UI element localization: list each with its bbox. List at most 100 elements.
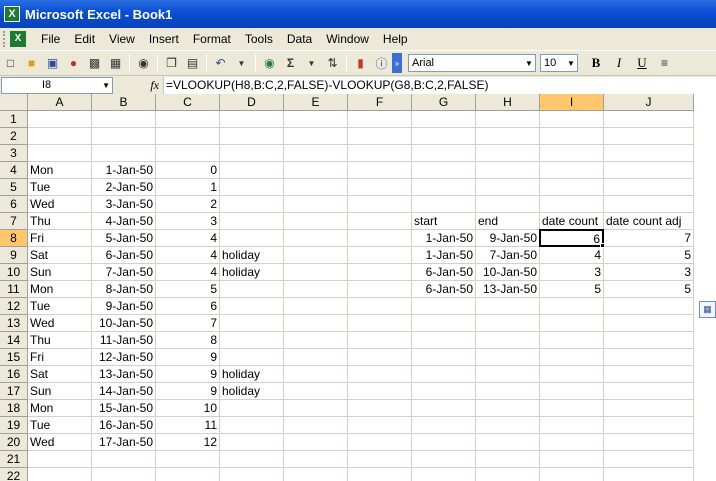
cell-f13[interactable]: [348, 315, 412, 332]
cell-h18[interactable]: [476, 400, 540, 417]
cell-h17[interactable]: [476, 383, 540, 400]
cell-i13[interactable]: [540, 315, 604, 332]
cell-c2[interactable]: [156, 128, 220, 145]
cell-e10[interactable]: [284, 264, 348, 281]
cell-g7[interactable]: start: [412, 213, 476, 230]
cell-g9[interactable]: 1-Jan-50: [412, 247, 476, 264]
menu-tools[interactable]: Tools: [238, 32, 280, 46]
menu-insert[interactable]: Insert: [142, 32, 186, 46]
cell-g21[interactable]: [412, 451, 476, 468]
font-name-select[interactable]: Arial ▼: [408, 54, 536, 72]
menu-help[interactable]: Help: [376, 32, 415, 46]
cell-h20[interactable]: [476, 434, 540, 451]
cell-a11[interactable]: Mon: [28, 281, 92, 298]
cell-g4[interactable]: [412, 162, 476, 179]
cell-i17[interactable]: [540, 383, 604, 400]
row-header-4[interactable]: 4: [0, 162, 28, 179]
cell-j18[interactable]: [604, 400, 694, 417]
row-header-9[interactable]: 9: [0, 247, 28, 264]
font-size-select[interactable]: 10 ▼: [540, 54, 578, 72]
cell-h5[interactable]: [476, 179, 540, 196]
cell-a6[interactable]: Wed: [28, 196, 92, 213]
cell-a17[interactable]: Sun: [28, 383, 92, 400]
cell-f14[interactable]: [348, 332, 412, 349]
cell-g22[interactable]: [412, 468, 476, 481]
cell-h11[interactable]: 13-Jan-50: [476, 281, 540, 298]
chevron-down-icon[interactable]: ▼: [523, 55, 535, 71]
cell-j14[interactable]: [604, 332, 694, 349]
cell-h3[interactable]: [476, 145, 540, 162]
cell-g3[interactable]: [412, 145, 476, 162]
cell-d1[interactable]: [220, 111, 284, 128]
cell-i1[interactable]: [540, 111, 604, 128]
worksheet-grid[interactable]: A B C D E F G H I J 1 2 3 4 Mon 1-Jan-50 0 5 Tue 2-Jan-50 1 6…: [0, 94, 716, 481]
row-header-21[interactable]: 21: [0, 451, 28, 468]
cell-g18[interactable]: [412, 400, 476, 417]
italic-button[interactable]: I: [609, 53, 629, 73]
cell-f9[interactable]: [348, 247, 412, 264]
cell-a8[interactable]: Fri: [28, 230, 92, 247]
chevron-down-icon[interactable]: ▼: [565, 55, 577, 71]
cell-c4[interactable]: 0: [156, 162, 220, 179]
cell-h10[interactable]: 10-Jan-50: [476, 264, 540, 281]
row-header-3[interactable]: 3: [0, 145, 28, 162]
cell-e13[interactable]: [284, 315, 348, 332]
cell-j3[interactable]: [604, 145, 694, 162]
column-header-j[interactable]: J: [604, 94, 694, 111]
column-header-i[interactable]: I: [540, 94, 604, 111]
cell-a7[interactable]: Thu: [28, 213, 92, 230]
cell-j12[interactable]: [604, 298, 694, 315]
cell-b15[interactable]: 12-Jan-50: [92, 349, 156, 366]
cell-d5[interactable]: [220, 179, 284, 196]
cell-j11[interactable]: 5: [604, 281, 694, 298]
row-header-16[interactable]: 16: [0, 366, 28, 383]
cell-d6[interactable]: [220, 196, 284, 213]
underline-button[interactable]: U: [632, 53, 652, 73]
menu-edit[interactable]: Edit: [67, 32, 102, 46]
cell-i20[interactable]: [540, 434, 604, 451]
row-header-11[interactable]: 11: [0, 281, 28, 298]
cell-a5[interactable]: Tue: [28, 179, 92, 196]
column-header-f[interactable]: F: [348, 94, 412, 111]
cell-e22[interactable]: [284, 468, 348, 481]
print-icon[interactable]: ▩: [84, 53, 105, 73]
column-header-c[interactable]: C: [156, 94, 220, 111]
cell-g5[interactable]: [412, 179, 476, 196]
cell-a14[interactable]: Thu: [28, 332, 92, 349]
cell-f16[interactable]: [348, 366, 412, 383]
cell-f20[interactable]: [348, 434, 412, 451]
cell-d8[interactable]: [220, 230, 284, 247]
cell-f18[interactable]: [348, 400, 412, 417]
cell-e19[interactable]: [284, 417, 348, 434]
cell-f10[interactable]: [348, 264, 412, 281]
chart-wizard-icon[interactable]: ▮: [350, 53, 371, 73]
name-box[interactable]: I8 ▼: [1, 76, 113, 94]
cell-g11[interactable]: 6-Jan-50: [412, 281, 476, 298]
fill-handle[interactable]: [600, 243, 605, 248]
row-header-19[interactable]: 19: [0, 417, 28, 434]
formula-input[interactable]: =VLOOKUP(H8,B:C,2,FALSE)-VLOOKUP(G8,B:C,…: [163, 76, 716, 94]
cell-b14[interactable]: 11-Jan-50: [92, 332, 156, 349]
cell-j16[interactable]: [604, 366, 694, 383]
cell-a18[interactable]: Mon: [28, 400, 92, 417]
cell-d11[interactable]: [220, 281, 284, 298]
column-header-b[interactable]: B: [92, 94, 156, 111]
cell-e12[interactable]: [284, 298, 348, 315]
row-header-20[interactable]: 20: [0, 434, 28, 451]
cell-e17[interactable]: [284, 383, 348, 400]
cell-i22[interactable]: [540, 468, 604, 481]
cell-f5[interactable]: [348, 179, 412, 196]
menu-window[interactable]: Window: [319, 32, 376, 46]
cell-d3[interactable]: [220, 145, 284, 162]
cell-f2[interactable]: [348, 128, 412, 145]
column-header-a[interactable]: A: [28, 94, 92, 111]
cell-d20[interactable]: [220, 434, 284, 451]
cell-c9[interactable]: 4: [156, 247, 220, 264]
cell-j20[interactable]: [604, 434, 694, 451]
menu-file[interactable]: File: [34, 32, 67, 46]
cell-b10[interactable]: 7-Jan-50: [92, 264, 156, 281]
cell-h12[interactable]: [476, 298, 540, 315]
row-header-13[interactable]: 13: [0, 315, 28, 332]
row-header-7[interactable]: 7: [0, 213, 28, 230]
cell-i7[interactable]: date count: [540, 213, 604, 230]
